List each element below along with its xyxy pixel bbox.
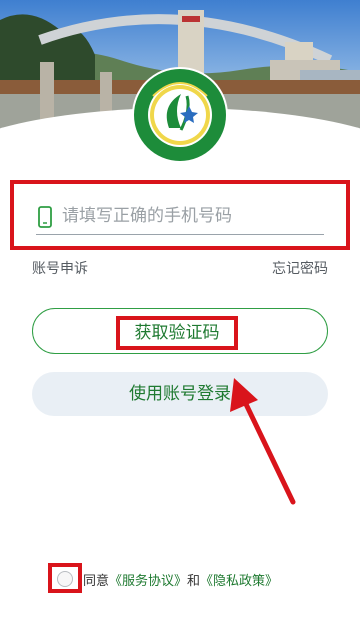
phone-number-input[interactable]: [62, 200, 324, 232]
agreement-prefix: 同意: [83, 574, 110, 589]
agreement-and: 和: [187, 574, 201, 589]
service-agreement-link[interactable]: 《服务协议》: [109, 574, 187, 589]
university-logo: [131, 66, 229, 164]
privacy-policy-link[interactable]: 《隐私政策》: [200, 574, 278, 589]
phone-input-row: [36, 200, 324, 235]
mobile-phone-icon: [38, 206, 52, 228]
account-login-button[interactable]: 使用账号登录: [32, 372, 328, 416]
agreement-checkbox[interactable]: [57, 571, 73, 587]
account-appeal-link[interactable]: 账号申诉: [32, 258, 88, 278]
forgot-password-link[interactable]: 忘记密码: [272, 258, 328, 278]
agreement-text: 同意《服务协议》和《隐私政策》: [83, 570, 278, 589]
get-verification-code-label[interactable]: 获取验证码: [116, 316, 238, 350]
